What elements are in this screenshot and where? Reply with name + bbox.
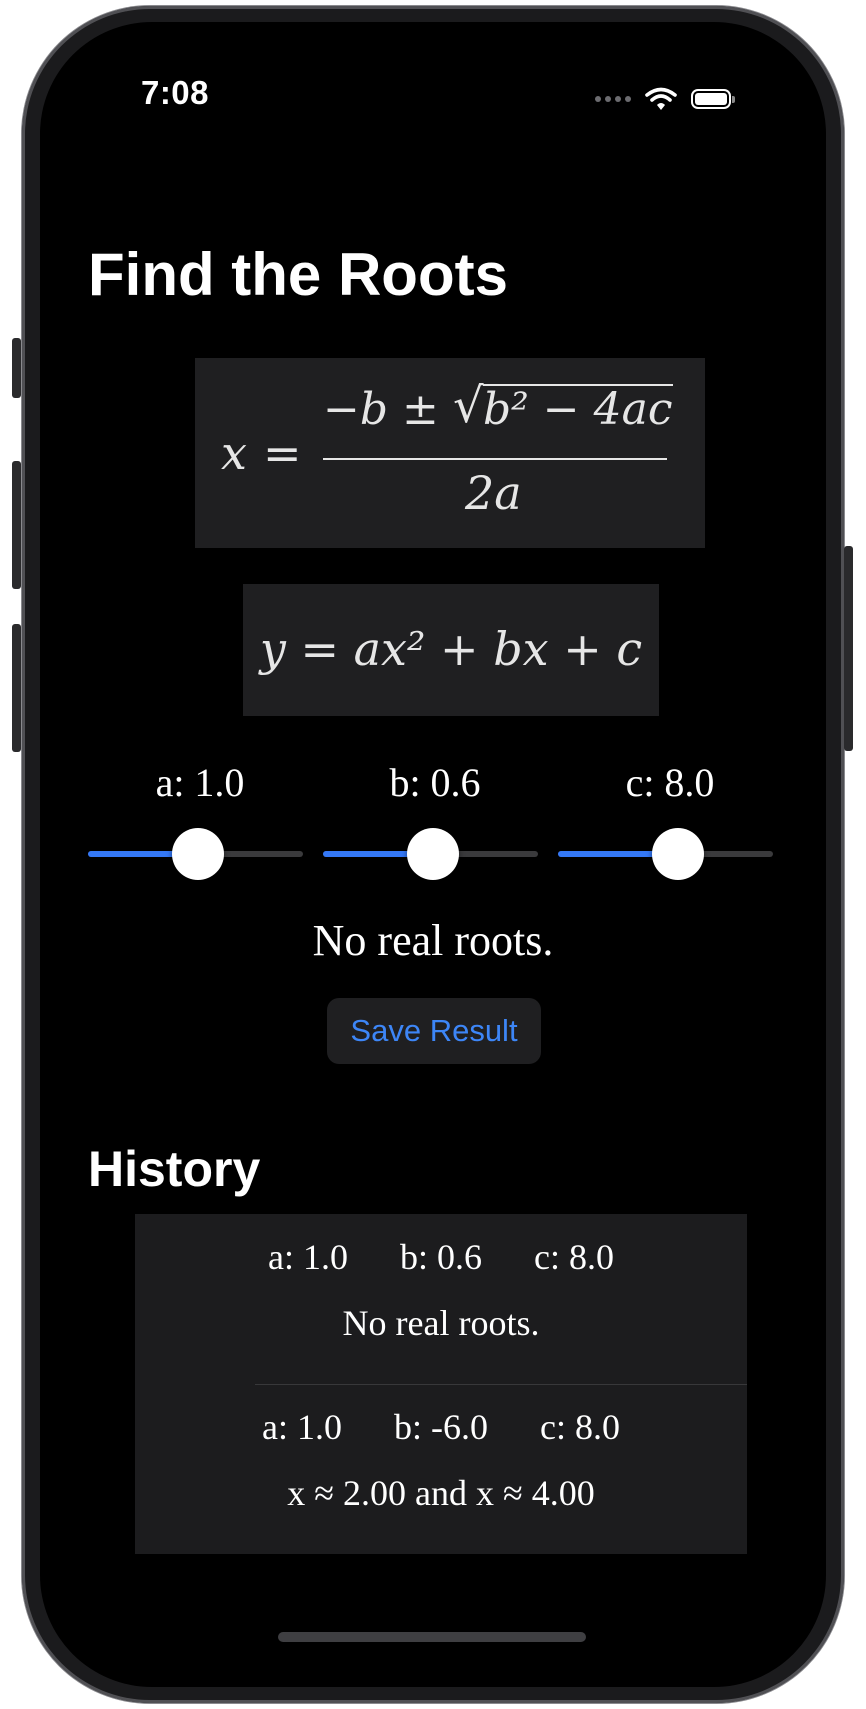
history-a-value: a: 1.0	[262, 1407, 342, 1447]
status-icons	[595, 84, 735, 114]
history-b-value: b: -6.0	[394, 1407, 488, 1447]
history-title: History	[88, 1141, 261, 1197]
history-result: No real roots.	[342, 1303, 540, 1343]
formula-equals: =	[263, 426, 302, 480]
param-c-slider[interactable]	[558, 828, 773, 880]
history-params: a: 1.0 b: 0.6 c: 8.0	[135, 1236, 747, 1278]
page-title: Find the Roots	[88, 241, 508, 308]
home-indicator	[278, 1632, 586, 1642]
slider-thumb[interactable]	[406, 828, 459, 880]
history-c-value: c: 8.0	[540, 1407, 620, 1447]
cellular-signal-icon	[595, 96, 631, 102]
param-b-label: b: 0.6	[389, 760, 481, 805]
history-row[interactable]: a: 1.0 b: -6.0 c: 8.0 x ≈ 2.00 and x ≈ 4…	[135, 1384, 747, 1554]
quadratic-equation: y = ax² + bx + c	[259, 622, 643, 676]
radical-sign: √	[453, 378, 484, 434]
formula-numerator-prefix: −b ±	[323, 384, 439, 435]
history-c-value: c: 8.0	[534, 1237, 614, 1277]
save-result-button[interactable]: Save Result	[327, 998, 541, 1064]
formula-radicand: b² − 4ac	[483, 384, 673, 435]
fraction-bar	[323, 458, 667, 460]
history-row[interactable]: a: 1.0 b: 0.6 c: 8.0 No real roots.	[135, 1214, 747, 1384]
app-screen: 7:08 Find the Roots x = −b ± √ b² − 4ac …	[40, 22, 826, 1687]
history-a-value: a: 1.0	[268, 1237, 348, 1277]
result-text: No real roots.	[312, 916, 554, 965]
slider-thumb[interactable]	[171, 828, 224, 880]
quadratic-equation-card: y = ax² + bx + c	[243, 584, 659, 716]
battery-icon	[691, 89, 735, 109]
param-a-slider[interactable]	[88, 828, 303, 880]
history-params: a: 1.0 b: -6.0 c: 8.0	[135, 1406, 747, 1448]
param-a-label: a: 1.0	[155, 760, 245, 805]
history-result: x ≈ 2.00 and x ≈ 4.00	[287, 1473, 595, 1513]
formula-denominator: 2a	[465, 466, 522, 520]
param-b-slider[interactable]	[323, 828, 538, 880]
volume-down-button	[12, 624, 21, 752]
formula-lhs: x	[221, 426, 247, 480]
slider-thumb[interactable]	[652, 828, 705, 880]
wifi-icon	[645, 87, 677, 110]
status-time: 7:08	[140, 74, 210, 111]
mute-switch	[12, 338, 21, 398]
quadratic-formula-card: x = −b ± √ b² − 4ac 2a	[195, 358, 705, 548]
history-list[interactable]: a: 1.0 b: 0.6 c: 8.0 No real roots. a: 1…	[135, 1214, 747, 1554]
param-c-label: c: 8.0	[625, 760, 715, 805]
volume-up-button	[12, 461, 21, 589]
history-b-value: b: 0.6	[399, 1237, 482, 1277]
power-button	[844, 546, 853, 751]
